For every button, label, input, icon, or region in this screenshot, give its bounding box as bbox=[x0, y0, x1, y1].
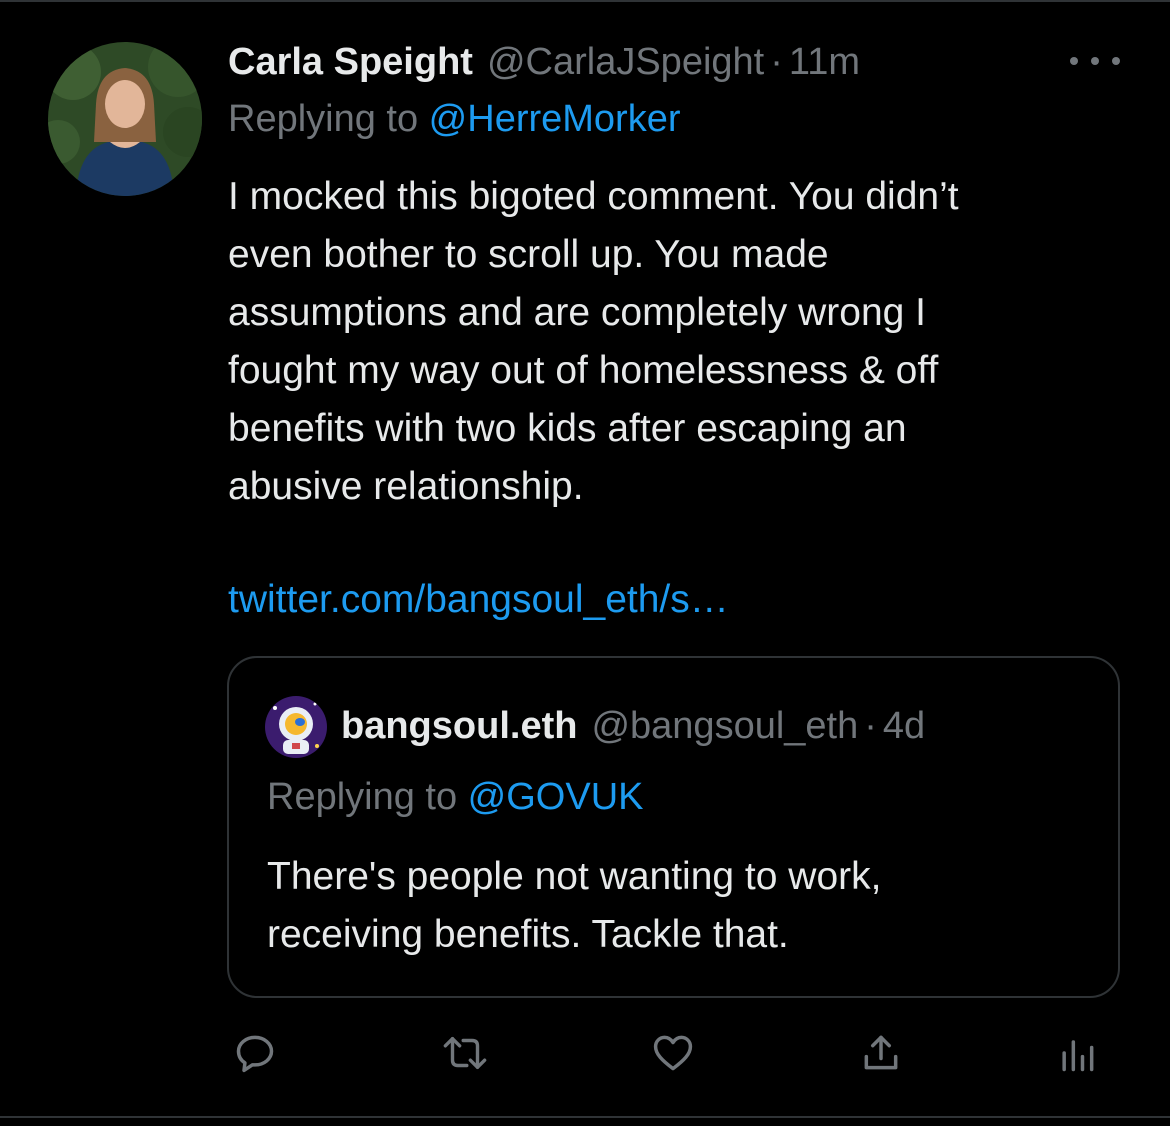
more-dot bbox=[1091, 57, 1099, 65]
tweet-timestamp[interactable]: 11m bbox=[789, 41, 860, 84]
like-icon[interactable] bbox=[646, 1026, 700, 1080]
author-handle[interactable]: @CarlaJSpeight bbox=[487, 41, 764, 84]
share-icon-glyph bbox=[864, 1035, 898, 1070]
like-icon-glyph bbox=[653, 1035, 693, 1071]
quoted-tweet-timestamp: 4d bbox=[882, 704, 926, 747]
top-divider bbox=[0, 0, 1170, 2]
separator-dot: · bbox=[770, 40, 783, 83]
tweet-body-line: abusive relationship. bbox=[228, 465, 584, 508]
more-dot bbox=[1112, 57, 1120, 65]
replying-prefix: Replying to bbox=[267, 776, 468, 818]
quoted-author-avatar bbox=[265, 696, 327, 758]
analytics-icon-glyph bbox=[1062, 1040, 1094, 1072]
author-avatar[interactable] bbox=[48, 42, 202, 196]
tweet-body-line: even bother to scroll up. You made bbox=[228, 233, 829, 276]
bottom-divider bbox=[0, 1116, 1170, 1118]
quoted-body-line: There's people not wanting to work, bbox=[267, 855, 882, 898]
retweet-icon[interactable] bbox=[438, 1026, 492, 1080]
quoted-tweet[interactable]: bangsoul.eth @bangsoul_eth · 4d Replying… bbox=[227, 656, 1120, 998]
tweet-body-line: fought my way out of homelessness & off bbox=[228, 349, 939, 392]
replying-to-mention[interactable]: @HerreMorker bbox=[429, 98, 681, 140]
separator-dot: · bbox=[864, 704, 877, 747]
quoted-author-name: bangsoul.eth bbox=[341, 704, 578, 747]
quoted-replying-to-line: Replying to @GOVUK bbox=[267, 776, 644, 819]
author-name[interactable]: Carla Speight bbox=[228, 41, 473, 84]
tweet-body-line: I mocked this bigoted comment. You didn’… bbox=[228, 175, 959, 218]
astronaut-avatar-icon bbox=[265, 696, 327, 758]
quoted-tweet-body: There's people not wanting to work, rece… bbox=[267, 848, 881, 964]
quoted-author-handle: @bangsoul_eth bbox=[591, 704, 859, 747]
tweet-header: Carla Speight @CarlaJSpeight · 11m bbox=[228, 38, 860, 86]
more-dot bbox=[1070, 57, 1078, 65]
tweet-body-line: benefits with two kids after escaping an bbox=[228, 407, 907, 450]
reply-icon[interactable] bbox=[228, 1026, 282, 1080]
more-options-icon[interactable] bbox=[1070, 46, 1120, 76]
quoted-replying-to-mention: @GOVUK bbox=[467, 776, 644, 818]
share-icon[interactable] bbox=[854, 1026, 908, 1080]
retweet-icon-glyph bbox=[443, 1037, 487, 1069]
profile-photo-icon bbox=[48, 42, 202, 196]
reply-icon-glyph bbox=[236, 1035, 274, 1073]
replying-prefix: Replying to bbox=[228, 98, 429, 140]
tweet-link[interactable]: twitter.com/bangsoul_eth/s… bbox=[228, 578, 729, 622]
quoted-tweet-header: bangsoul.eth @bangsoul_eth · 4d bbox=[341, 698, 925, 754]
quoted-body-line: receiving benefits. Tackle that. bbox=[267, 913, 789, 956]
tweet-body-line: assumptions and are completely wrong I bbox=[228, 291, 927, 334]
replying-to-line: Replying to @HerreMorker bbox=[228, 98, 681, 141]
tweet-body: I mocked this bigoted comment. You didn’… bbox=[228, 168, 1128, 516]
analytics-icon[interactable] bbox=[1050, 1026, 1104, 1080]
